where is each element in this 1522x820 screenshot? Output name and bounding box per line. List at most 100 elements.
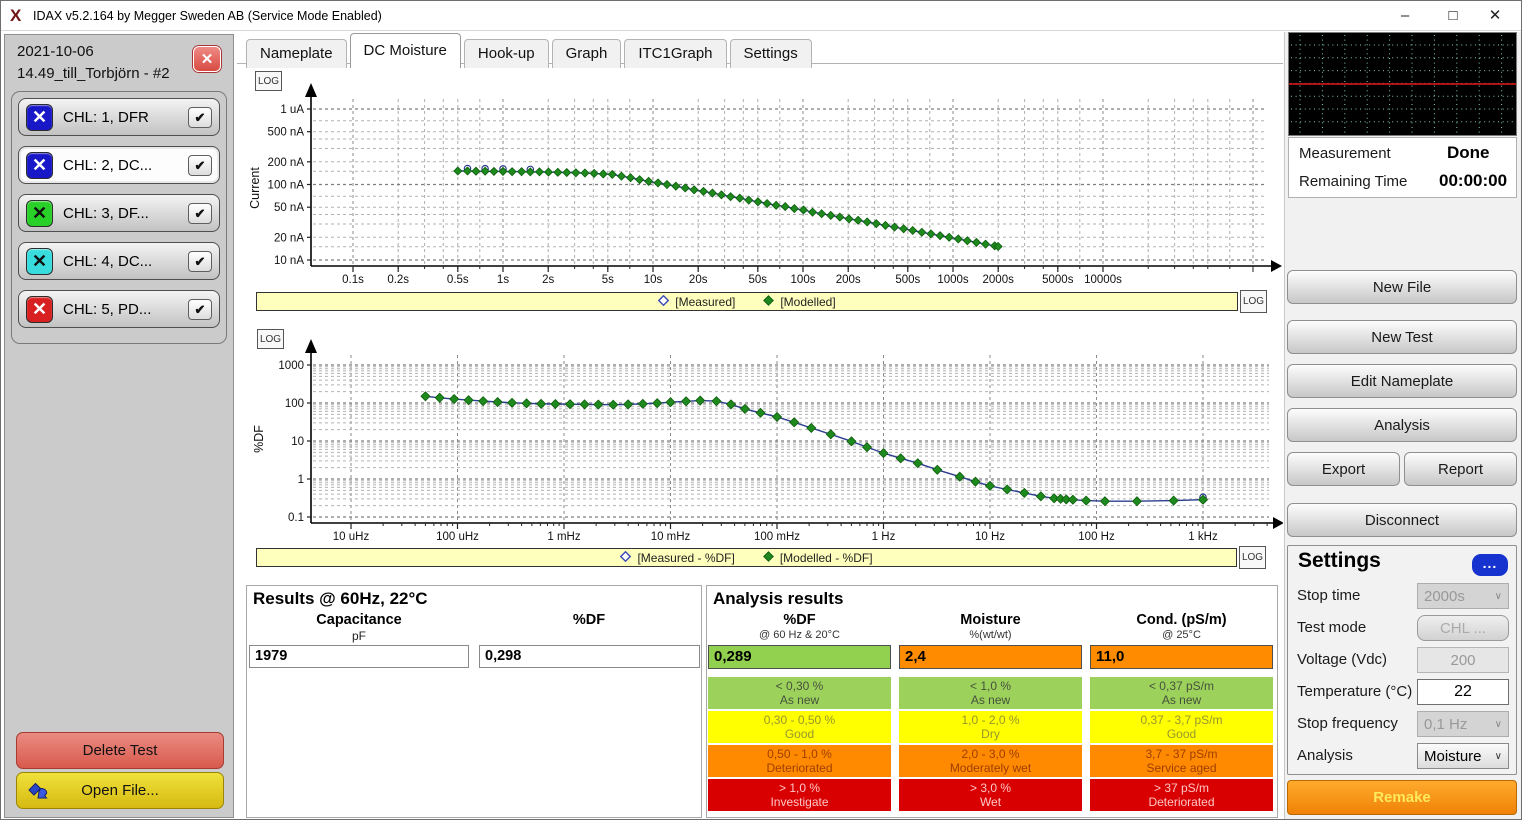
- log-scale-badge[interactable]: LOG: [1239, 546, 1266, 569]
- current-chart[interactable]: 0.1s0.2s0.5s1s2s5s10s20s50s100s200s500s1…: [241, 63, 1283, 289]
- svg-text:500 nA: 500 nA: [268, 127, 305, 139]
- analysis-panel: Analysis results %DF@ 60 Hz & 20°C0,289<…: [706, 585, 1278, 818]
- rating-range: > 1,0 %: [779, 781, 820, 795]
- analysis-col-header-cond-ps-m: Cond. (pS/m)@ 25°C: [1090, 612, 1273, 641]
- analysis-button[interactable]: Analysis: [1287, 408, 1517, 442]
- svg-text:5000s: 5000s: [1042, 274, 1074, 286]
- rating-range: < 0,37 pS/m: [1149, 679, 1214, 693]
- maximize-button[interactable]: □: [1437, 5, 1469, 27]
- chevron-down-icon: ∨: [1495, 719, 1502, 730]
- analysis-col-header-df: %DF@ 60 Hz & 20°C: [708, 612, 891, 641]
- close-icon: ✕: [201, 50, 214, 68]
- analysis-col-subtitle: @ 60 Hz & 20°C: [708, 629, 891, 641]
- svg-text:10 nA: 10 nA: [274, 255, 304, 267]
- tab-settings[interactable]: Settings: [730, 39, 812, 68]
- log-scale-badge[interactable]: LOG: [1240, 290, 1267, 313]
- rating-cell: 1,0 - 2,0 %Dry: [899, 711, 1082, 743]
- export-button[interactable]: Export: [1287, 452, 1400, 486]
- setting-label: Voltage (Vdc): [1297, 651, 1387, 668]
- setting-test-mode-button: CHL ...: [1417, 615, 1509, 641]
- analysis-col-subtitle: @ 25°C: [1090, 629, 1273, 641]
- df-header: %DF: [479, 612, 699, 628]
- setting-row-stop-time: Stop time2000s∨: [1297, 583, 1509, 609]
- log-scale-badge[interactable]: LOG: [257, 329, 284, 349]
- channel-item-5[interactable]: ✕CHL: 5, PD...✔: [18, 290, 220, 328]
- tab-dc-moisture[interactable]: DC Moisture: [350, 33, 461, 68]
- rating-cell: 3,7 - 37 pS/mService aged: [1090, 745, 1273, 777]
- svg-text:50 nA: 50 nA: [274, 202, 304, 214]
- rating-range: 0,37 - 3,7 pS/m: [1140, 713, 1222, 727]
- channel-item-2[interactable]: ✕CHL: 2, DC...✔: [18, 146, 220, 184]
- edit-nameplate-button[interactable]: Edit Nameplate: [1287, 364, 1517, 398]
- chevron-down-icon: ∨: [1495, 751, 1502, 762]
- open-file-button[interactable]: Open File...: [16, 772, 224, 809]
- svg-text:20 nA: 20 nA: [274, 232, 304, 244]
- svg-text:1s: 1s: [497, 274, 509, 286]
- df-value: 0,298: [479, 645, 700, 668]
- setting-analysis-select[interactable]: Moisture∨: [1417, 743, 1509, 769]
- svg-text:0.1s: 0.1s: [342, 274, 364, 286]
- analysis-col-header-moisture: Moisture%(wt/wt): [899, 612, 1082, 641]
- remaining-time-label: Remaining Time: [1299, 173, 1407, 190]
- minimize-button[interactable]: –: [1389, 5, 1421, 27]
- channel-checkbox[interactable]: ✔: [188, 299, 212, 320]
- close-test-button[interactable]: ✕: [193, 46, 221, 72]
- tab-hook-up[interactable]: Hook-up: [464, 39, 549, 68]
- rating-label: Good: [785, 727, 814, 741]
- left-sidebar: 2021-10-06 14.49_till_Torbjörn - #2 ✕ ✕C…: [4, 34, 234, 818]
- rating-range: > 3,0 %: [970, 781, 1011, 795]
- channel-item-3[interactable]: ✕CHL: 3, DF...✔: [18, 194, 220, 232]
- legend-item: [Measured]: [658, 295, 735, 309]
- channel-item-1[interactable]: ✕CHL: 1, DFR✔: [18, 98, 220, 136]
- diamond-icon: [763, 295, 774, 309]
- rating-cell: < 1,0 %As new: [899, 677, 1082, 709]
- delete-test-button[interactable]: Delete Test: [16, 732, 224, 769]
- measurement-status: Done: [1447, 143, 1490, 163]
- open-file-icon: [27, 781, 53, 805]
- new-test-button[interactable]: New Test: [1287, 320, 1517, 354]
- window-title: IDAX v5.2.164 by Megger Sweden AB (Servi…: [33, 9, 382, 23]
- settings-panel: Settings ... Stop time2000s∨Test modeCHL…: [1287, 545, 1517, 775]
- channel-label: CHL: 2, DC...: [53, 157, 188, 174]
- rating-label: Deteriorated: [1148, 795, 1214, 809]
- new-file-button[interactable]: New File: [1287, 270, 1517, 304]
- tab-nameplate[interactable]: Nameplate: [246, 39, 347, 68]
- disconnect-button[interactable]: Disconnect: [1287, 503, 1517, 537]
- channel-status-icon: ✕: [26, 200, 53, 227]
- rating-range: 2,0 - 3,0 %: [961, 747, 1019, 761]
- svg-text:10s: 10s: [644, 274, 663, 286]
- legend-item: [Measured - %DF]: [620, 551, 734, 565]
- svg-text:1 uA: 1 uA: [280, 104, 304, 116]
- report-button[interactable]: Report: [1404, 452, 1517, 486]
- svg-text:10 uHz: 10 uHz: [333, 531, 370, 543]
- channel-checkbox[interactable]: ✔: [188, 203, 212, 224]
- tab-graph[interactable]: Graph: [552, 39, 622, 68]
- rating-label: Wet: [980, 795, 1001, 809]
- channel-status-icon: ✕: [26, 296, 53, 323]
- tab-itc1graph[interactable]: ITC1Graph: [624, 39, 726, 68]
- svg-text:Current: Current: [248, 167, 262, 209]
- channel-item-4[interactable]: ✕CHL: 4, DC...✔: [18, 242, 220, 280]
- close-button[interactable]: ✕: [1479, 5, 1511, 27]
- rating-range: < 0,30 %: [776, 679, 824, 693]
- svg-text:0.5s: 0.5s: [447, 274, 469, 286]
- svg-text:100 nA: 100 nA: [268, 180, 305, 192]
- rating-range: > 37 pS/m: [1154, 781, 1209, 795]
- setting-temperature-c-input[interactable]: 22: [1417, 679, 1509, 705]
- log-scale-badge[interactable]: LOG: [255, 71, 282, 91]
- settings-menu-button[interactable]: ...: [1472, 554, 1508, 576]
- remake-button[interactable]: Remake: [1287, 780, 1517, 815]
- rating-label: As new: [780, 693, 819, 707]
- svg-text:100 mHz: 100 mHz: [754, 531, 800, 543]
- channel-label: CHL: 3, DF...: [53, 205, 188, 222]
- rating-range: 0,30 - 0,50 %: [764, 713, 835, 727]
- channel-checkbox[interactable]: ✔: [188, 155, 212, 176]
- setting-row-temperature-c: Temperature (°C)22: [1297, 679, 1509, 705]
- channel-checkbox[interactable]: ✔: [188, 107, 212, 128]
- svg-text:200 nA: 200 nA: [268, 157, 305, 169]
- df-chart[interactable]: 10 uHz100 uHz1 mHz10 mHz100 mHz1 Hz10 Hz…: [241, 321, 1283, 549]
- settings-title: Settings: [1298, 549, 1381, 573]
- legend-label: [Measured - %DF]: [637, 551, 734, 565]
- current-chart-legend: [Measured][Modelled]: [256, 292, 1238, 311]
- channel-checkbox[interactable]: ✔: [188, 251, 212, 272]
